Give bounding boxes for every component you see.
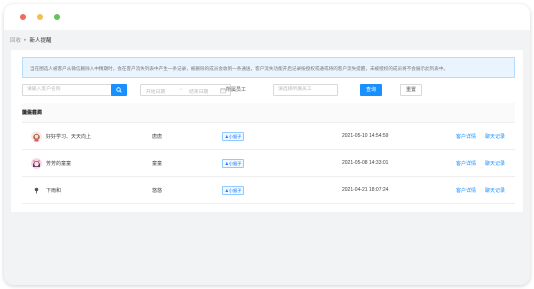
date-start-field[interactable]: 开始日期 (146, 88, 165, 95)
lost-customer-table: 流失客户 备注名称 所属员工 流失时间 操作 好好学习、天天向上 唐唐 ♟小猴子… (22, 103, 515, 204)
customer-cell: 下雨和 (31, 177, 61, 203)
customer-detail-link[interactable]: 客户详情 (456, 133, 476, 140)
date-range-arrow: → (178, 87, 183, 92)
table-row: 好好学习、天天向上 唐唐 ♟小猴子 2021-05-10 14:54:59 客户… (22, 123, 515, 150)
search-icon (116, 87, 122, 93)
chat-record-link[interactable]: 聊天记录 (485, 160, 505, 167)
header-action: 操作 (22, 110, 33, 116)
minimize-window-button[interactable] (37, 14, 43, 20)
table-row: 芳芳的童童 童童 ♟小猴子 2021-05-08 14:33:01 客户详情 聊… (22, 150, 515, 177)
search-button[interactable] (111, 84, 127, 96)
anime-avatar (31, 157, 42, 169)
breadcrumb: 回收 ▸ 新人提醒 (10, 35, 52, 45)
customer-name: 芳芳的童童 (46, 160, 72, 167)
table-row: 下雨和 悠悠 ♟小猴子 2021-04-21 18:07:24 客户详情 聊天记… (22, 177, 515, 204)
owner-label: 所属员工 (226, 87, 247, 93)
time-cell: 2021-05-08 14:33:01 (342, 160, 389, 166)
staff-cell: ♟小猴子 (222, 177, 245, 203)
table-header: 流失客户 备注名称 所属员工 流失时间 操作 (22, 103, 515, 123)
date-end-field[interactable]: 结束日期 (189, 88, 208, 95)
staff-cell: ♟小猴子 (222, 150, 245, 176)
app-window: 回收 ▸ 新人提醒 当在圈选人被客户从微信删除入中精期时，会在客户流失列表中产生… (4, 4, 530, 285)
remark-cell: 悠悠 (152, 187, 163, 194)
filter-bar: 请输入客户名称 开始日期 → 结束日期 所属员工 请选择所属员工 查询 重置 (22, 84, 515, 96)
customer-detail-link[interactable]: 客户详情 (456, 160, 476, 167)
staff-tag: ♟小猴子 (222, 131, 245, 141)
customer-search-input[interactable]: 请输入客户名称 (22, 84, 112, 96)
time-cell: 2021-05-10 14:54:59 (342, 133, 389, 139)
action-cell: 客户详情 聊天记录 (456, 123, 514, 149)
breadcrumb-parent[interactable]: 回收 (10, 36, 21, 44)
breadcrumb-separator-icon: ▸ (24, 37, 27, 43)
chat-record-link[interactable]: 聊天记录 (485, 133, 505, 140)
action-cell: 客户详情 聊天记录 (456, 177, 514, 203)
tree-avatar (31, 184, 42, 196)
date-range-picker[interactable]: 开始日期 → 结束日期 (140, 84, 231, 96)
owner-select[interactable]: 请选择所属员工 (273, 84, 338, 96)
content-card: 当在圈选人被客户从微信删除入中精期时，会在客户流失列表中产生一条记录，被删除的成… (11, 50, 523, 212)
reset-button[interactable]: 重置 (400, 84, 422, 96)
chat-record-link[interactable]: 聊天记录 (485, 187, 505, 194)
remark-cell: 童童 (152, 160, 163, 167)
time-cell: 2021-04-21 18:07:24 (342, 187, 389, 193)
customer-name: 好好学习、天天向上 (46, 133, 92, 140)
staff-tag: ♟小猴子 (222, 185, 245, 195)
title-bar (4, 4, 530, 30)
customer-cell: 芳芳的童童 (31, 150, 71, 176)
zoom-window-button[interactable] (54, 14, 60, 20)
query-button[interactable]: 查询 (360, 84, 382, 96)
action-cell: 客户详情 聊天记录 (456, 150, 514, 176)
breadcrumb-current: 新人提醒 (29, 38, 52, 44)
close-window-button[interactable] (20, 14, 26, 20)
staff-tag: ♟小猴子 (222, 158, 245, 168)
customer-detail-link[interactable]: 客户详情 (456, 187, 476, 194)
customer-cell: 好好学习、天天向上 (31, 123, 91, 149)
girl-avatar (31, 130, 42, 142)
staff-cell: ♟小猴子 (222, 123, 245, 149)
remark-cell: 唐唐 (152, 133, 163, 140)
info-notice: 当在圈选人被客户从微信删除入中精期时，会在客户流失列表中产生一条记录，被删除的成… (22, 57, 515, 78)
customer-name: 下雨和 (46, 187, 62, 194)
